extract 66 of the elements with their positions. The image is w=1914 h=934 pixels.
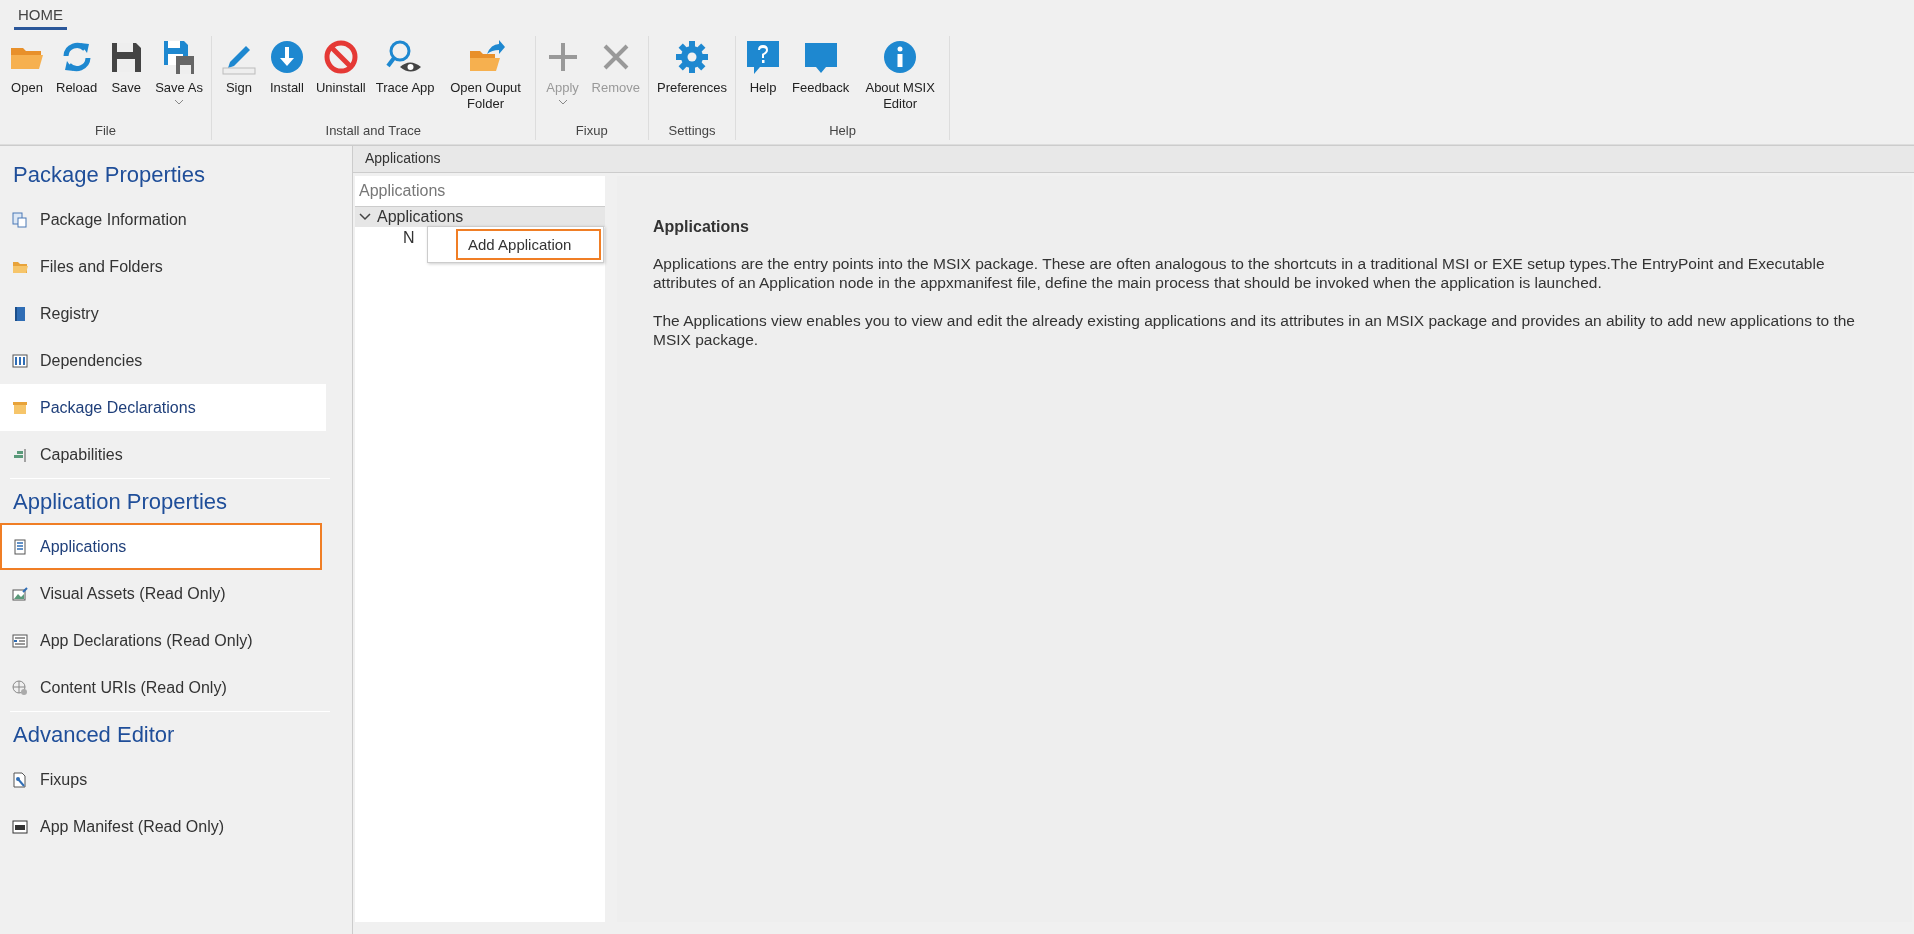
- ribbon-button[interactable]: Save As: [151, 36, 207, 123]
- ribbon-tab[interactable]: HOME: [14, 4, 67, 30]
- group-label: File: [93, 123, 117, 140]
- ribbon-button[interactable]: Save: [103, 36, 150, 123]
- item-label: Package Information: [40, 210, 187, 229]
- section-heading: Advanced Editor: [12, 721, 176, 749]
- tree-node[interactable]: N: [403, 227, 415, 247]
- ribbon-button[interactable]: Trace App: [371, 36, 439, 123]
- group-label: Help: [828, 123, 857, 140]
- item-label: Package Declarations: [40, 398, 196, 417]
- sidebar-item[interactable]: Visual Assets (Read Only): [0, 570, 326, 617]
- paragraph: Applications are the entry points into the MSIX package. These are often analogous to the shortcuts in a traditional MSI or EXE setup types.The EntryPoint and Executable attributes of an Application node in the appxmanifest file, define the main process that should be invoked when the application is launched.: [653, 254, 1826, 292]
- group-label: Settings: [667, 123, 717, 140]
- sidebar-item[interactable]: Dependencies: [0, 337, 326, 384]
- item-label: Visual Assets (Read Only): [40, 584, 226, 603]
- item-label: Capabilities: [40, 445, 123, 464]
- item-label: App Manifest (Read Only): [40, 817, 225, 836]
- form-icon: [12, 538, 28, 555]
- item-label: Content URIs (Read Only): [40, 678, 227, 697]
- section-heading: Application Properties: [12, 488, 228, 516]
- item-label: Applications: [40, 537, 127, 556]
- item-label: Dependencies: [40, 351, 143, 370]
- globe-icon: [12, 679, 28, 696]
- chevron-down-icon[interactable]: [359, 213, 371, 221]
- ribbon-button[interactable]: Preferences: [652, 36, 732, 123]
- item-label: Files and Folders: [40, 257, 163, 276]
- ribbon-button[interactable]: Open Ouput Folder: [440, 36, 531, 123]
- section-heading: Package Properties: [12, 161, 206, 189]
- sidebar-item[interactable]: Content URIs (Read Only): [0, 664, 326, 711]
- ribbon-button[interactable]: Help: [740, 36, 787, 123]
- columns-icon: [12, 352, 28, 369]
- sidebar-item[interactable]: Package Information: [0, 196, 326, 243]
- image-icon: [12, 585, 28, 602]
- page-header: Applications: [353, 146, 1914, 173]
- code-page-icon: [12, 818, 28, 835]
- item-label: Registry: [40, 304, 99, 323]
- ribbon-button[interactable]: About MSIX Editor: [855, 36, 946, 123]
- document-icon: [12, 211, 28, 228]
- ribbon-button[interactable]: Reload: [52, 36, 102, 123]
- sidebar-item[interactable]: Registry: [0, 290, 326, 337]
- sidebar-item[interactable]: Files and Folders: [0, 243, 326, 290]
- ribbon-button[interactable]: Open: [4, 36, 50, 123]
- sidebar-item[interactable]: Applications: [0, 523, 322, 570]
- group-label: Fixup: [574, 123, 609, 140]
- ribbon-button[interactable]: Uninstall: [311, 36, 370, 123]
- sidebar-item[interactable]: Package Declarations: [0, 384, 326, 431]
- book-icon: [12, 305, 28, 322]
- tree-node[interactable]: Applications: [355, 207, 605, 227]
- wrench-page-icon: [12, 771, 28, 788]
- sidebar-item[interactable]: App Manifest (Read Only): [0, 803, 326, 850]
- ribbon-button[interactable]: Sign: [215, 36, 262, 123]
- sidebar-item[interactable]: Fixups: [0, 756, 326, 803]
- bars-icon: [12, 446, 28, 463]
- sidebar-item[interactable]: App Declarations (Read Only): [0, 617, 326, 664]
- ribbon-button[interactable]: Install: [263, 36, 310, 123]
- list-icon: [12, 632, 28, 649]
- item-label: App Declarations (Read Only): [40, 631, 253, 650]
- settings-icon: [673, 38, 711, 76]
- group-label: Install and Trace: [324, 123, 422, 140]
- sidebar-item[interactable]: Capabilities: [0, 431, 326, 478]
- box-icon: [12, 399, 28, 416]
- ribbon-button[interactable]: Feedback: [788, 36, 854, 123]
- item-label: Fixups: [40, 770, 88, 789]
- paragraph: The Applications view enables you to view and edit the already existing applications and its attributes in an MSIX package and provides an ability to add new applications to the MSIX package.: [653, 311, 1856, 349]
- info-title: Applications: [653, 218, 750, 236]
- menu-item[interactable]: Add Application: [456, 229, 602, 260]
